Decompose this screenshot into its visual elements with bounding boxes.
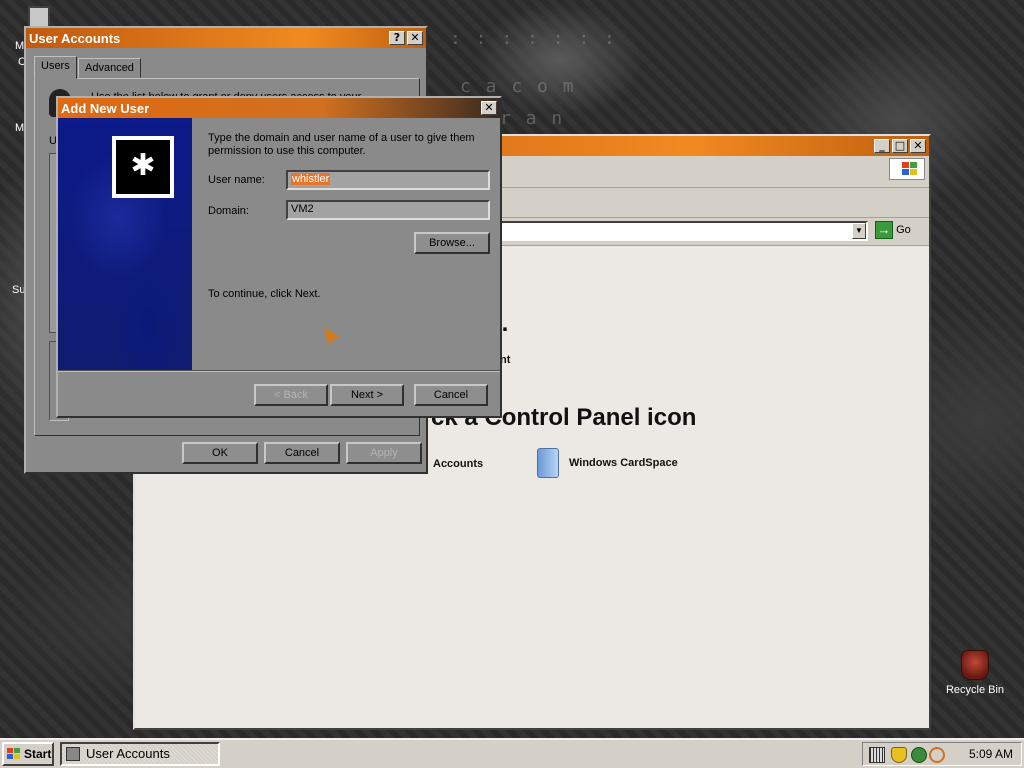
go-arrow-icon: → [875,221,893,239]
desktop-wallpaper-text: r a n [500,108,565,129]
taskbar-item-user-accounts[interactable]: User Accounts [60,742,220,766]
desktop-icon-label[interactable]: M [15,40,24,52]
desktop-wallpaper-text: : : : : : : : [450,28,617,49]
dialog-separator [58,370,500,372]
domain-input[interactable]: VM2 [286,200,490,220]
next-button[interactable]: Next > [330,384,404,406]
cancel-button[interactable]: Cancel [414,384,488,406]
ok-button[interactable]: OK [182,442,258,464]
chevron-down-icon[interactable]: ▼ [852,223,866,239]
clock[interactable]: 5:09 AM [969,747,1013,761]
search-icon[interactable] [929,747,945,763]
close-icon[interactable]: ✕ [407,31,423,45]
desktop-icon-label[interactable]: M [15,122,24,134]
wizard-side-image: ✱ [58,118,192,370]
help-icon[interactable]: ? [389,31,405,45]
domain-label: Domain: [208,205,249,217]
windows-cardspace-link[interactable]: Windows CardSpace [537,448,678,478]
close-icon[interactable]: ✕ [481,101,497,115]
add-new-user-titlebar[interactable]: Add New User ✕ [58,98,500,118]
recycle-bin[interactable]: Recycle Bin [940,650,1010,696]
start-button[interactable]: Start [2,742,54,766]
minimize-icon[interactable]: _ [874,139,890,153]
apply-button[interactable]: Apply [346,442,422,464]
taskbar: Start User Accounts 5:09 AM [0,738,1024,768]
user-key-icon: ✱ [112,136,174,198]
back-button[interactable]: < Back [254,384,328,406]
keyboard-icon[interactable] [869,747,885,763]
windows-logo-icon [7,748,21,760]
username-label: User name: [208,174,265,186]
tab-users[interactable]: Users [34,56,77,79]
windows-logo-icon [889,158,925,180]
desktop-wallpaper-text: c a c o m [460,76,576,97]
continue-text: To continue, click Next. [208,288,321,300]
recycle-bin-icon [961,650,989,680]
user-accounts-titlebar[interactable]: User Accounts ? ✕ [26,28,426,48]
maximize-icon[interactable]: □ [892,139,908,153]
username-input[interactable]: whistler [286,170,490,190]
go-button[interactable]: → Go [875,221,911,239]
cancel-button[interactable]: Cancel [264,442,340,464]
recycle-bin-label: Recycle Bin [945,684,1005,696]
system-tray: 5:09 AM [862,742,1022,766]
windows-cardspace-icon [537,448,559,478]
tab-advanced[interactable]: Advanced [78,58,141,78]
user-accounts-link[interactable]: Accounts [433,458,483,470]
browse-button[interactable]: Browse... [414,232,490,254]
add-new-user-dialog[interactable]: Add New User ✕ ✱ Type the domain and use… [56,96,502,418]
security-shield-icon[interactable] [891,747,907,763]
instructions-text: Type the domain and user name of a user … [208,132,475,157]
user-accounts-app-icon[interactable] [28,6,50,28]
user-accounts-icon [66,747,80,761]
close-icon[interactable]: ✕ [910,139,926,153]
network-icon[interactable] [911,747,927,763]
